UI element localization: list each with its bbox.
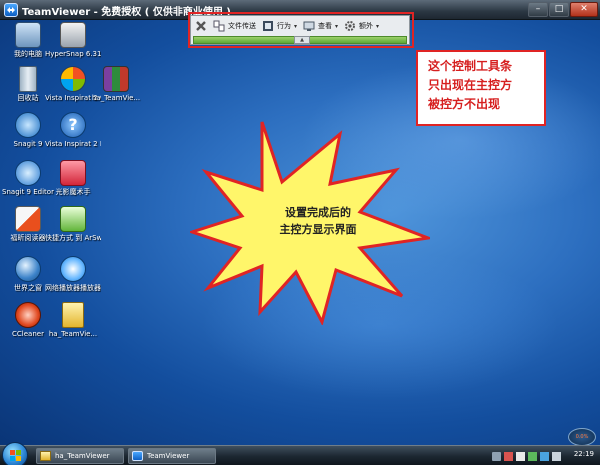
cpu-meter-gadget: 0.0% — [568, 428, 596, 446]
burst-line: 设置完成后的 — [285, 206, 351, 219]
burst-line: 主控方显示界面 — [279, 223, 357, 236]
callout-line: 这个控制工具条 — [428, 59, 513, 73]
archive-icon — [103, 66, 129, 92]
teamviewer-icon — [132, 451, 143, 461]
windows-flag-icon — [10, 450, 21, 461]
recycle-bin-icon — [19, 66, 37, 92]
desktop-icon-ha-teamviewer[interactable]: ha_TeamVie... — [88, 66, 144, 103]
desktop-icon-label: ha_TeamVie... — [48, 330, 98, 338]
snagit-icon — [15, 112, 41, 138]
snagit-editor-icon — [15, 160, 41, 186]
desktop-icon-media-player[interactable]: 网络播放器播放器 — [45, 256, 101, 293]
folder-icon — [62, 302, 84, 328]
teamviewer-icon — [4, 3, 18, 17]
desktop-icon-hypersnap[interactable]: HyperSnap 6.31.01 免... — [45, 22, 101, 59]
foxit-reader-icon — [15, 206, 41, 232]
taskbar-item-ha-teamviewer[interactable]: ha_TeamViewer — [36, 448, 124, 464]
desktop-icon-label: HyperSnap 6.31.01 免... — [45, 50, 101, 58]
close-button[interactable]: ✕ — [570, 2, 598, 17]
taskbar-item-label: TeamViewer — [147, 452, 190, 460]
taskbar: ha_TeamViewer TeamViewer 22:19 — [0, 442, 600, 465]
desktop-icon-vista-help[interactable]: ? Vista Inspirat 2 Help — [45, 112, 101, 149]
desktop-icon-label: Vista Inspirat 2 Help — [45, 140, 101, 148]
teamviewer-window: TeamViewer - 免费授权 ( 仅供非商业使用 ) – □ ✕ 我的电脑… — [0, 0, 600, 465]
hypersnap-icon — [60, 22, 86, 48]
photo-editor-icon — [60, 160, 86, 186]
computer-icon — [15, 22, 41, 48]
toolbar-highlight-frame — [188, 12, 414, 48]
start-button[interactable] — [2, 442, 28, 465]
windows-logo-icon — [60, 66, 86, 92]
callout-line: 只出现在主控方 — [428, 78, 513, 92]
burst-caption: 设置完成后的 主控方显示界面 — [258, 204, 378, 238]
help-icon: ? — [60, 112, 86, 138]
maximize-button[interactable]: □ — [549, 2, 569, 17]
taskbar-item-teamviewer[interactable]: TeamViewer — [128, 448, 216, 464]
taskbar-item-label: ha_TeamViewer — [55, 452, 110, 460]
window-controls: – □ ✕ — [528, 2, 598, 17]
desktop-icon-label: ha_TeamVie... — [91, 94, 141, 102]
callout-line: 被控方不出现 — [428, 97, 501, 111]
ccleaner-icon — [15, 302, 41, 328]
tray-app-icon[interactable] — [504, 451, 513, 461]
desktop-icon-label: 网络播放器播放器 — [45, 284, 101, 292]
callout-box: 这个控制工具条 只出现在主控方 被控方不出现 — [416, 50, 546, 126]
desktop-icon-label: 快捷方式 到 ArSwp — [45, 234, 101, 242]
desktop-icon-arswp[interactable]: 快捷方式 到 ArSwp — [45, 206, 101, 243]
tray-arrow-icon[interactable] — [492, 451, 501, 461]
desktop-icon-nEO-imaging[interactable]: 光影魔术手 — [45, 160, 101, 197]
minimize-button[interactable]: – — [528, 2, 548, 17]
network-icon[interactable] — [540, 451, 549, 461]
tray-app-icon[interactable] — [516, 451, 525, 461]
desktop-icon-label: 光影魔术手 — [55, 188, 91, 196]
media-player-icon — [60, 256, 86, 282]
globe-icon — [15, 256, 41, 282]
desktop-icon-ha-teamviewer-folder[interactable]: ha_TeamVie... — [45, 302, 101, 339]
taskbar-clock[interactable]: 22:19 — [574, 450, 594, 458]
tray-app-icon[interactable] — [528, 451, 537, 461]
folder-icon — [40, 451, 51, 461]
leaf-icon — [60, 206, 86, 232]
volume-icon[interactable] — [552, 451, 561, 461]
